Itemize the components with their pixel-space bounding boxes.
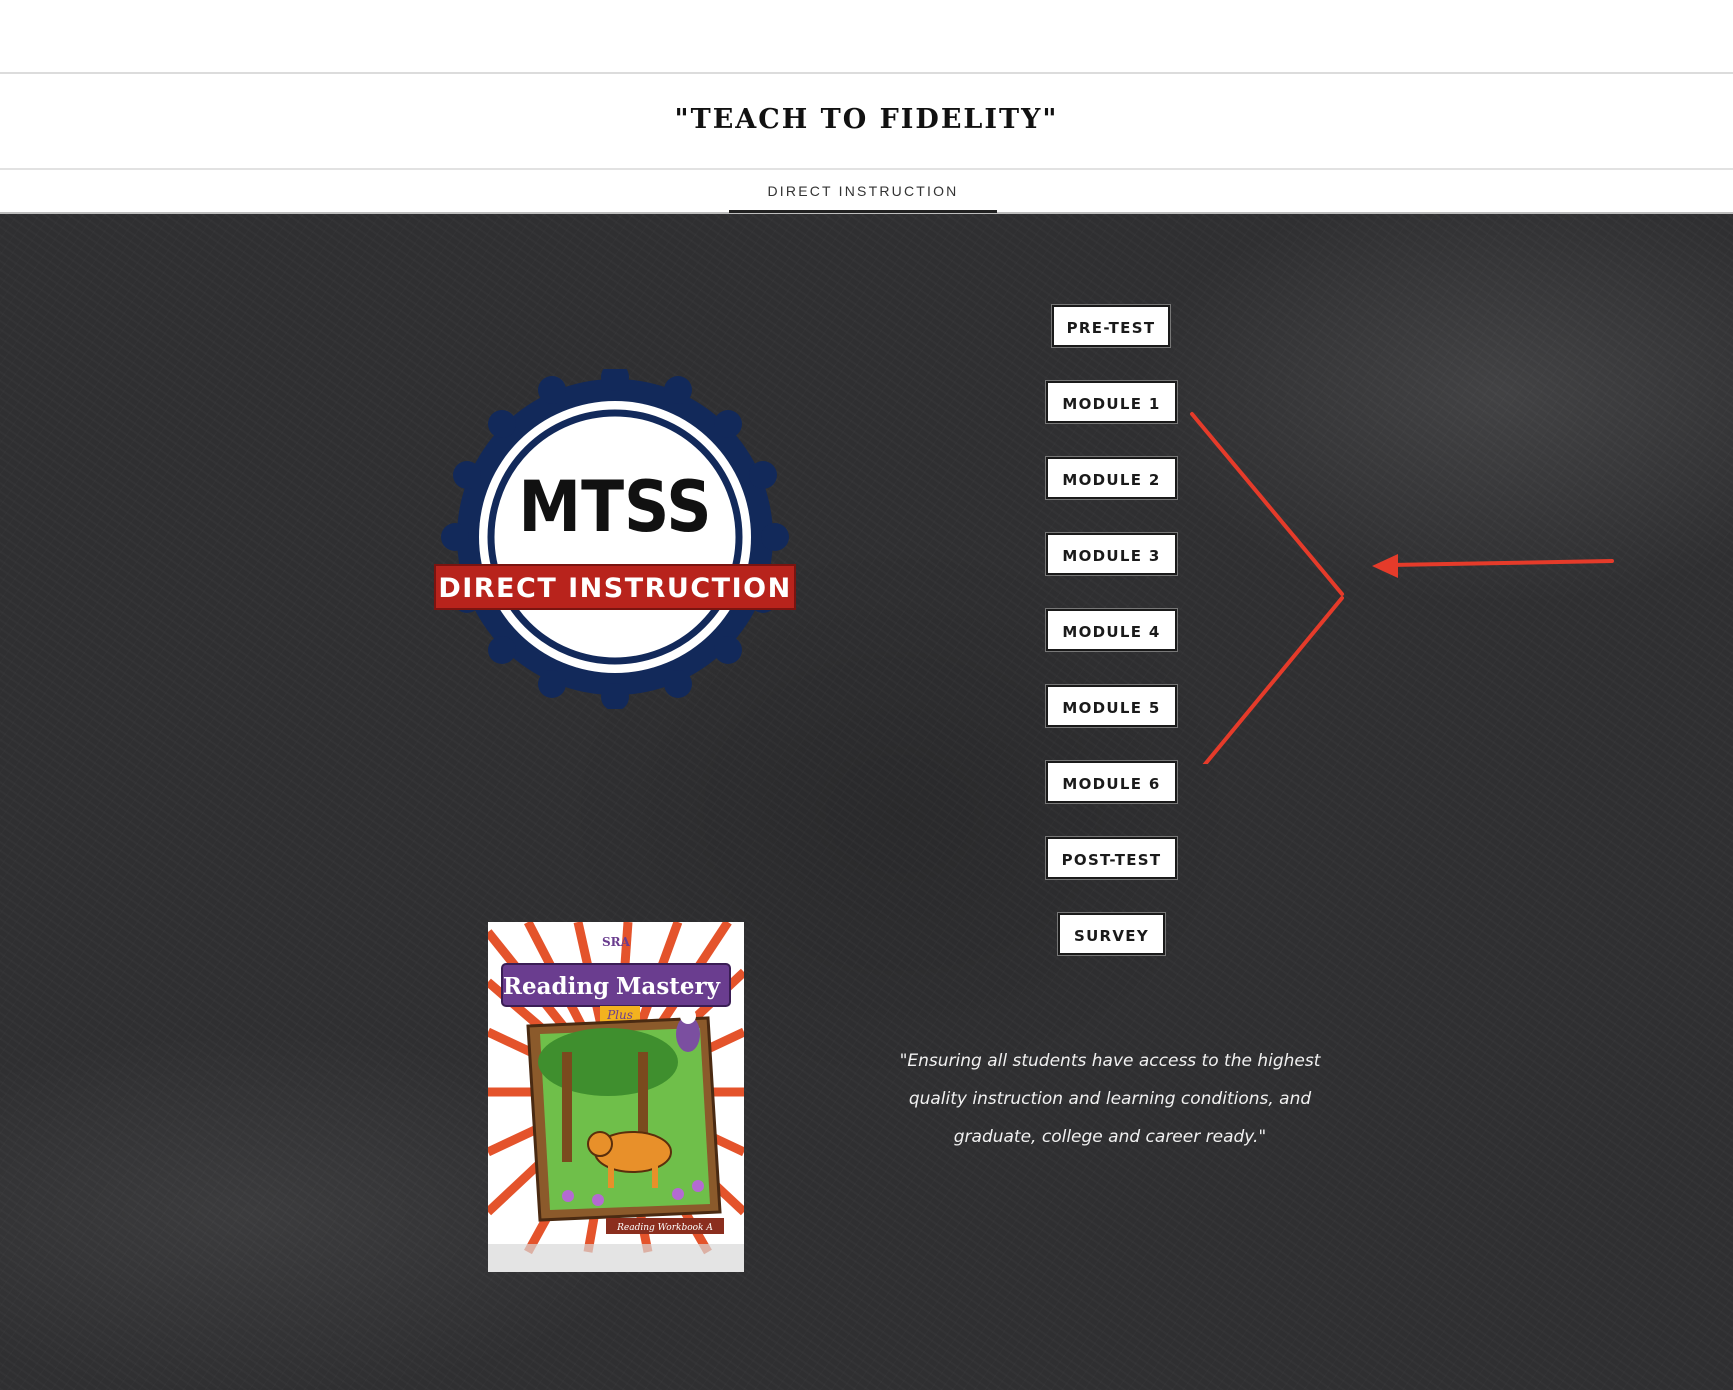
book-footer: Reading Workbook A <box>616 1223 713 1233</box>
module-4-button[interactable]: MODULE 4 <box>1046 609 1177 651</box>
mission-quote: "Ensuring all students have access to th… <box>899 1051 1321 1147</box>
top-bar <box>0 0 1733 74</box>
bracket-line-upper <box>1190 412 1344 596</box>
book-title-left: Reading <box>503 973 609 1000</box>
module-5-button[interactable]: MODULE 5 <box>1046 685 1177 727</box>
pointer-arrow-head <box>1372 554 1398 578</box>
module-6-button[interactable]: MODULE 6 <box>1046 761 1177 803</box>
nav-item-direct-instruction-training[interactable]: DIRECT INSTRUCTION TRAINING <box>729 170 997 241</box>
book-illustration <box>526 1008 722 1222</box>
post-test-button[interactable]: POST-TEST <box>1046 837 1177 879</box>
mtss-direct-instruction-badge: MTSS DIRECT INSTRUCTION <box>434 369 796 709</box>
reading-mastery-book-cover: SRA Reading Mastery Plus Reading Workboo… <box>488 922 744 1272</box>
pointer-arrow-shaft <box>1390 559 1614 567</box>
red-annotation-arrows <box>1190 412 1614 764</box>
module-2-button[interactable]: MODULE 2 <box>1046 457 1177 499</box>
main-navigation: DIRECT INSTRUCTION TRAINING <box>0 170 1733 241</box>
site-header: "TEACH TO FIDELITY" <box>0 74 1733 170</box>
site-title[interactable]: "TEACH TO FIDELITY" <box>0 104 1733 135</box>
book-title-right: Mastery <box>616 973 721 1000</box>
bracket-line-lower <box>1202 596 1344 764</box>
module-1-button[interactable]: MODULE 1 <box>1046 381 1177 423</box>
badge-mtss-text: MTSS <box>518 466 711 548</box>
module-3-button[interactable]: MODULE 3 <box>1046 533 1177 575</box>
chalkboard-section: MTSS DIRECT INSTRUCTION SRA Reading Mast… <box>0 214 1733 1390</box>
pre-test-button[interactable]: PRE-TEST <box>1052 305 1170 347</box>
survey-button[interactable]: SURVEY <box>1058 913 1165 955</box>
book-publisher: SRA <box>602 935 631 949</box>
book-subtitle: Plus <box>606 1008 633 1022</box>
badge-banner-text: DIRECT INSTRUCTION <box>438 573 791 604</box>
